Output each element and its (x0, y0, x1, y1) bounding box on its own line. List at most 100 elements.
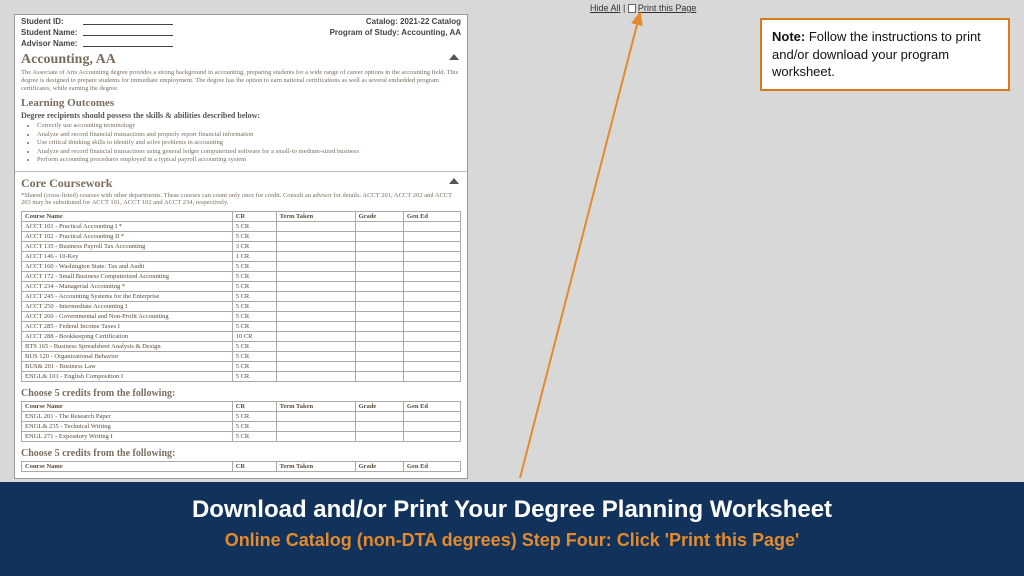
term-taken-cell[interactable] (276, 322, 355, 332)
student-name-label: Student Name: (21, 28, 83, 37)
chevron-up-icon[interactable] (449, 54, 459, 60)
table-row: ACCT 234 - Managerial Accounting *5 CR (22, 282, 461, 292)
term-taken-cell[interactable] (276, 222, 355, 232)
grade-cell[interactable] (355, 292, 403, 302)
gen-ed-cell[interactable] (403, 272, 460, 282)
gen-ed-cell[interactable] (403, 242, 460, 252)
hide-all-link[interactable]: Hide All (590, 3, 621, 13)
grade-cell[interactable] (355, 372, 403, 382)
print-this-page-link[interactable]: Print this Page (638, 3, 697, 13)
student-id-field[interactable] (83, 17, 173, 25)
table-row: ENGL& 101 - English Composition I5 CR (22, 372, 461, 382)
grade-cell[interactable] (355, 352, 403, 362)
top-action-links: Hide All | Print this Page (590, 3, 696, 13)
term-taken-cell[interactable] (276, 432, 355, 442)
grade-cell[interactable] (355, 322, 403, 332)
gen-ed-cell[interactable] (403, 362, 460, 372)
banner-subtitle: Online Catalog (non-DTA degrees) Step Fo… (0, 524, 1024, 551)
gen-ed-cell[interactable] (403, 332, 460, 342)
grade-cell[interactable] (355, 312, 403, 322)
cr-cell: 5 CR (232, 262, 276, 272)
course-name-cell: ACCT 172 - Small Business Computerized A… (22, 272, 233, 282)
term-taken-cell[interactable] (276, 282, 355, 292)
term-taken-cell[interactable] (276, 302, 355, 312)
grade-cell[interactable] (355, 282, 403, 292)
grade-cell[interactable] (355, 362, 403, 372)
outcome-item: Use critical thinking skills to identify… (37, 139, 459, 147)
core-course-table: Course Name CR Term Taken Grade Gen Ed A… (21, 211, 461, 382)
table-row: ACCT 102 - Practical Accounting II *5 CR (22, 232, 461, 242)
term-taken-cell[interactable] (276, 252, 355, 262)
learning-outcomes-list: Correctly use accounting terminologyAnal… (15, 122, 467, 168)
term-taken-cell[interactable] (276, 352, 355, 362)
gen-ed-cell[interactable] (403, 292, 460, 302)
grade-cell[interactable] (355, 302, 403, 312)
program-title: Accounting, AA (15, 48, 467, 68)
gen-ed-cell[interactable] (403, 342, 460, 352)
core-coursework-note: *Shared (cross-listed) courses with othe… (15, 191, 467, 210)
term-taken-cell[interactable] (276, 272, 355, 282)
program-intro: The Associate of Arts Accounting degree … (15, 68, 467, 95)
learning-outcomes-sub: Degree recipients should possess the ski… (15, 109, 467, 122)
grade-cell[interactable] (355, 222, 403, 232)
program-label: Program of Study: Accounting, AA (330, 28, 461, 37)
grade-cell[interactable] (355, 262, 403, 272)
term-taken-cell[interactable] (276, 232, 355, 242)
term-taken-cell[interactable] (276, 372, 355, 382)
cr-cell: 5 CR (232, 232, 276, 242)
gen-ed-cell[interactable] (403, 352, 460, 362)
banner-title: Download and/or Print Your Degree Planni… (0, 482, 1024, 524)
term-taken-cell[interactable] (276, 332, 355, 342)
grade-cell[interactable] (355, 342, 403, 352)
grade-cell[interactable] (355, 432, 403, 442)
gen-ed-cell[interactable] (403, 322, 460, 332)
cr-cell: 5 CR (232, 302, 276, 312)
table-row: BUS 120 - Organizational Behavior5 CR (22, 352, 461, 362)
grade-cell[interactable] (355, 272, 403, 282)
term-taken-cell[interactable] (276, 422, 355, 432)
student-name-field[interactable] (83, 28, 173, 36)
gen-ed-cell[interactable] (403, 372, 460, 382)
col-cr: CR (232, 212, 276, 222)
term-taken-cell[interactable] (276, 242, 355, 252)
gen-ed-cell[interactable] (403, 422, 460, 432)
elective-1-table: Course Name CR Term Taken Grade Gen Ed E… (21, 401, 461, 442)
term-taken-cell[interactable] (276, 412, 355, 422)
chevron-up-icon[interactable] (449, 178, 459, 184)
gen-ed-cell[interactable] (403, 252, 460, 262)
gen-ed-cell[interactable] (403, 432, 460, 442)
gen-ed-cell[interactable] (403, 262, 460, 272)
course-name-cell: ACCT 250 - Intermediate Accounting I (22, 302, 233, 312)
gen-ed-cell[interactable] (403, 412, 460, 422)
cr-cell: 1 CR (232, 252, 276, 262)
gen-ed-cell[interactable] (403, 222, 460, 232)
gen-ed-cell[interactable] (403, 282, 460, 292)
term-taken-cell[interactable] (276, 342, 355, 352)
grade-cell[interactable] (355, 252, 403, 262)
table-row: ACCT 146 - 10-Key1 CR (22, 252, 461, 262)
advisor-name-field[interactable] (83, 39, 173, 47)
table-row: ENGL 201 - The Research Paper5 CR (22, 412, 461, 422)
course-name-cell: ENGL& 235 - Technical Writing (22, 422, 233, 432)
course-name-cell: BUS& 201 - Business Law (22, 362, 233, 372)
cr-cell: 5 CR (232, 432, 276, 442)
grade-cell[interactable] (355, 422, 403, 432)
catalog-label: Catalog: 2021-22 Catalog (366, 17, 461, 26)
term-taken-cell[interactable] (276, 362, 355, 372)
grade-cell[interactable] (355, 332, 403, 342)
course-name-cell: ENGL 271 - Expository Writing I (22, 432, 233, 442)
gen-ed-cell[interactable] (403, 312, 460, 322)
cr-cell: 5 CR (232, 372, 276, 382)
degree-worksheet: Student ID:Catalog: 2021-22 Catalog Stud… (14, 14, 468, 479)
course-name-cell: ACCT 101 - Practical Accounting I * (22, 222, 233, 232)
grade-cell[interactable] (355, 232, 403, 242)
instruction-banner: Download and/or Print Your Degree Planni… (0, 482, 1024, 576)
term-taken-cell[interactable] (276, 312, 355, 322)
term-taken-cell[interactable] (276, 262, 355, 272)
grade-cell[interactable] (355, 242, 403, 252)
gen-ed-cell[interactable] (403, 302, 460, 312)
term-taken-cell[interactable] (276, 292, 355, 302)
gen-ed-cell[interactable] (403, 232, 460, 242)
cr-cell: 5 CR (232, 282, 276, 292)
grade-cell[interactable] (355, 412, 403, 422)
